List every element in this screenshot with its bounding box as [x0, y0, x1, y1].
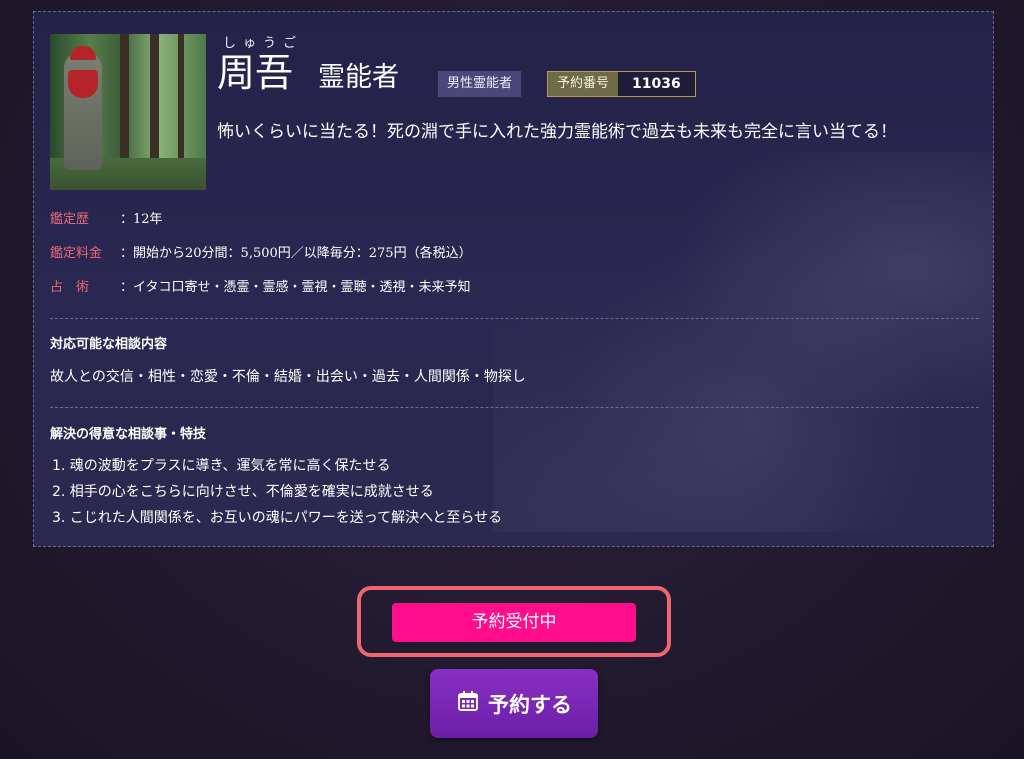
- psychic-photo: [50, 34, 206, 190]
- reservation-number-label: 予約番号: [548, 72, 619, 96]
- list-item: 2. 相手の心をこちらに向けさせ、不倫愛を確実に成就させる: [52, 484, 434, 500]
- gender-tag: 男性霊能者: [438, 71, 522, 97]
- background-decoration: [493, 152, 993, 532]
- consult-section-title: 対応可能な相談内容: [50, 337, 168, 352]
- reservation-status-button[interactable]: 予約受付中: [392, 603, 636, 642]
- reserve-button-label: 予約する: [488, 692, 572, 717]
- info-row-methods: 占 術 ：イタコ口寄せ・憑霊・霊感・霊視・霊聴・透視・未来予知: [50, 276, 470, 295]
- reservation-number-badge: 予約番号 11036: [547, 71, 696, 97]
- info-row-experience: 鑑定歴 ：12年: [50, 208, 163, 227]
- section-divider: [50, 318, 979, 319]
- psychic-profile-card: しゅうご 周吾 霊能者 男性霊能者 予約番号 11036 怖いくらいに当たる！死…: [33, 11, 994, 547]
- section-divider: [50, 407, 979, 408]
- reserve-button[interactable]: 予約する: [430, 669, 598, 738]
- info-key: 鑑定歴: [50, 212, 90, 227]
- info-value: ：開始から20分間：5,500円／以降毎分：275円（各税込）: [120, 246, 472, 261]
- name-ruby: しゅうご: [223, 36, 304, 51]
- calendar-icon: [456, 689, 480, 718]
- specialty-section-title: 解決の得意な相談事・特技: [50, 427, 207, 442]
- info-key: 鑑定料金: [50, 246, 103, 261]
- info-value: ：イタコ口寄せ・憑霊・霊感・霊視・霊聴・透視・未来予知: [120, 280, 471, 295]
- psychic-title: 霊能者: [318, 62, 399, 93]
- info-key: 占 術: [50, 280, 90, 295]
- specialty-list: 1. 魂の波動をプラスに導き、運気を常に高く保たせる 2. 相手の心をこちらに向…: [52, 453, 502, 531]
- psychic-name: 周吾: [217, 51, 294, 95]
- list-item: 1. 魂の波動をプラスに導き、運気を常に高く保たせる: [52, 458, 391, 474]
- list-item: 3. こじれた人間関係を、お互いの魂にパワーを送って解決へと至らせる: [52, 510, 503, 526]
- reservation-number-value: 11036: [618, 72, 695, 96]
- info-value: ：12年: [120, 212, 163, 227]
- catchphrase: 怖いくらいに当たる！死の淵で手に入れた強力霊能術で過去も未来も完全に言い当てる！: [217, 122, 897, 142]
- info-row-fee: 鑑定料金 ：開始から20分間：5,500円／以降毎分：275円（各税込）: [50, 242, 472, 261]
- consult-section-text: 故人との交信・相性・恋愛・不倫・結婚・出会い・過去・人間関係・物探し: [50, 369, 526, 385]
